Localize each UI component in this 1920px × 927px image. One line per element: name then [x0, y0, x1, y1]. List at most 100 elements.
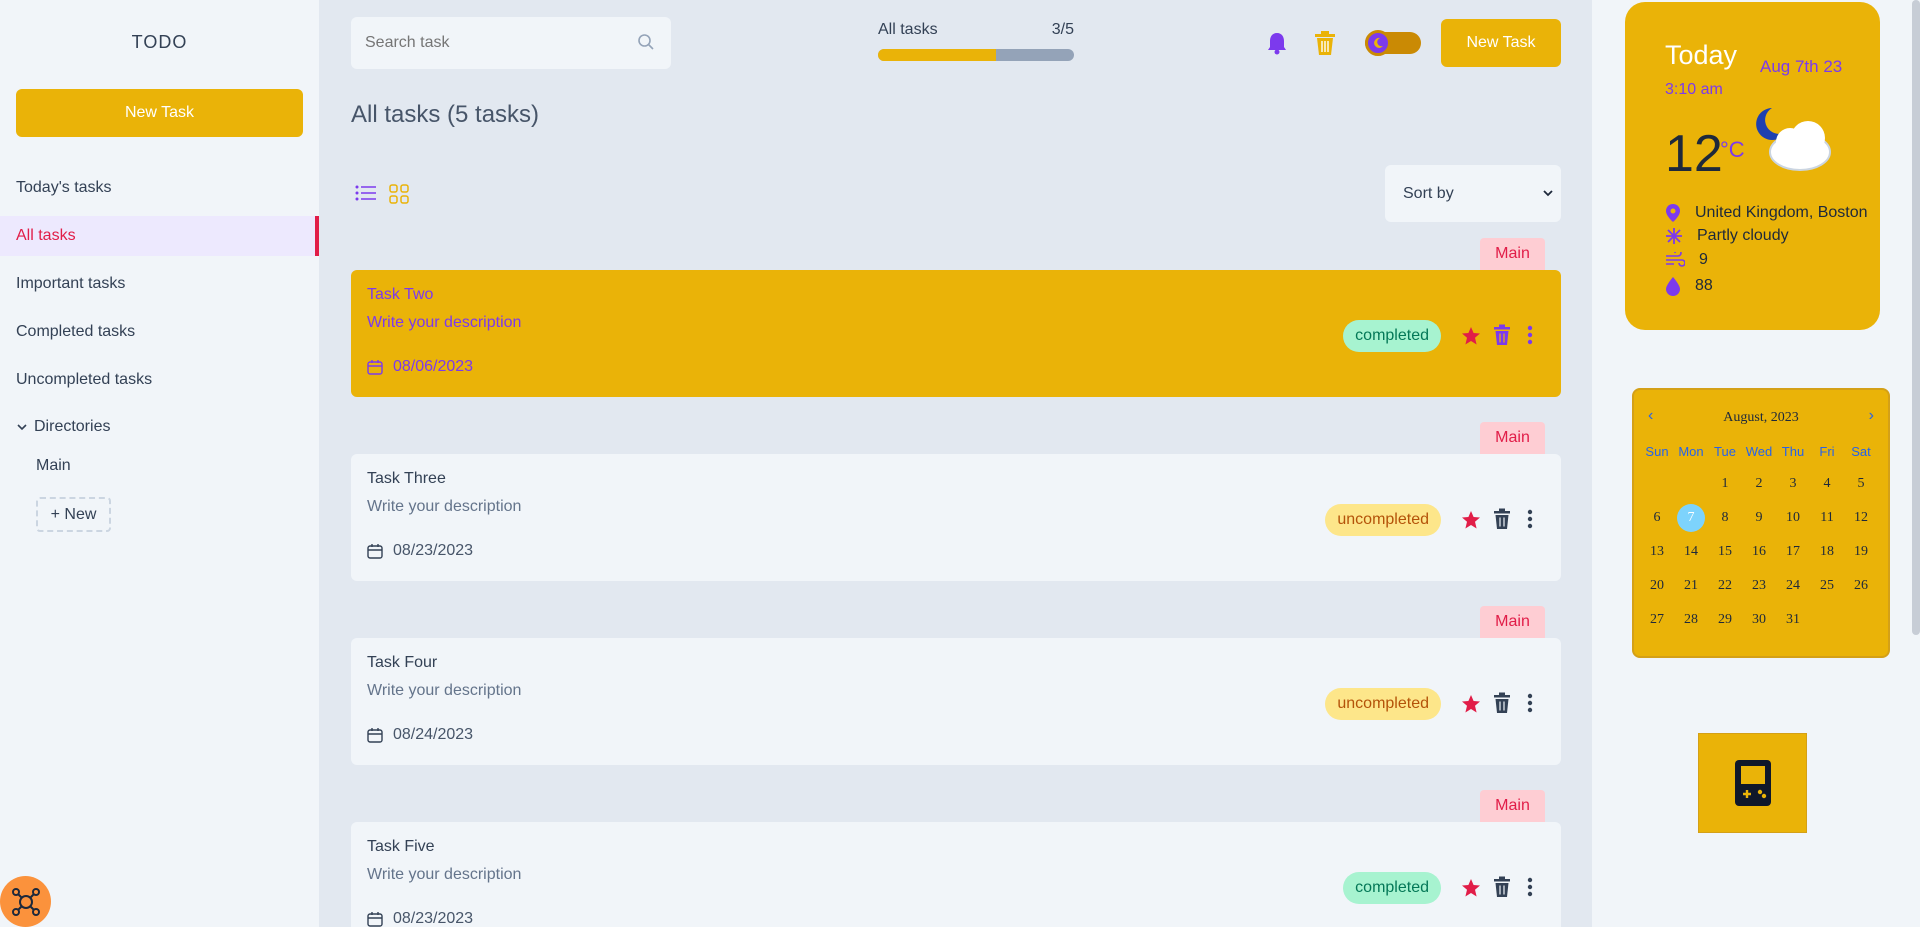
weather-location: United Kingdom, Boston	[1665, 203, 1868, 223]
task-title: Task Three	[367, 470, 446, 487]
calendar-day[interactable]: 25	[1810, 572, 1844, 600]
calendar-day[interactable]: 12	[1844, 504, 1878, 532]
task-status-badge[interactable]: completed	[1343, 872, 1441, 904]
task-card[interactable]: Task Five Write your description 08/23/202…	[351, 822, 1561, 927]
dark-mode-toggle[interactable]	[1365, 30, 1421, 56]
scrollbar[interactable]	[1912, 0, 1920, 635]
weather-wind-text: 9	[1699, 251, 1708, 268]
more-options-icon[interactable]	[1527, 692, 1533, 714]
task-directory-tag[interactable]: Main	[1480, 606, 1545, 638]
calendar-day[interactable]: 6	[1640, 504, 1674, 532]
calendar-day[interactable]: 23	[1742, 572, 1776, 600]
more-options-icon[interactable]	[1527, 876, 1533, 898]
calendar-day[interactable]: 19	[1844, 538, 1878, 566]
trash-icon[interactable]	[1493, 508, 1511, 530]
search-icon[interactable]	[637, 33, 655, 51]
calendar-day[interactable]: 22	[1708, 572, 1742, 600]
calendar-day[interactable]: 31	[1776, 606, 1810, 634]
moon-icon	[1365, 30, 1391, 56]
task-card[interactable]: Task Three Write your description 08/23/20…	[351, 454, 1561, 581]
calendar-day[interactable]: 7	[1677, 504, 1705, 532]
page-title: All tasks (5 tasks)	[351, 101, 540, 128]
new-directory-button[interactable]: + New	[36, 497, 111, 532]
calendar-day[interactable]: 27	[1640, 606, 1674, 634]
task-card[interactable]: Task Two Write your description 08/06/2023…	[351, 270, 1561, 397]
calendar-day[interactable]: 2	[1742, 470, 1776, 498]
calendar-day[interactable]: 1	[1708, 470, 1742, 498]
trash-icon[interactable]	[1314, 30, 1336, 56]
weather-wind: 9	[1665, 251, 1708, 269]
calendar-day[interactable]: 15	[1708, 538, 1742, 566]
calendar-day[interactable]: 26	[1844, 572, 1878, 600]
nav-all-tasks[interactable]: All tasks	[0, 216, 319, 256]
trash-icon[interactable]	[1493, 876, 1511, 898]
calendar-day	[1640, 470, 1674, 498]
task-card[interactable]: Task Four Write your description 08/24/202…	[351, 638, 1561, 765]
header-new-task-button[interactable]: New Task	[1441, 19, 1561, 67]
bell-icon[interactable]	[1265, 30, 1289, 56]
calendar-month: August, 2023	[1723, 410, 1799, 425]
game-button[interactable]	[1698, 733, 1807, 833]
calendar-day[interactable]: 20	[1640, 572, 1674, 600]
calendar-day[interactable]: 30	[1742, 606, 1776, 634]
nav-uncompleted-tasks[interactable]: Uncompleted tasks	[0, 360, 319, 400]
task-status-badge[interactable]: uncompleted	[1325, 504, 1441, 536]
trash-icon[interactable]	[1493, 324, 1511, 346]
sort-select[interactable]: Sort by	[1385, 165, 1561, 222]
list-view-icon[interactable]	[355, 184, 377, 202]
calendar-day[interactable]: 29	[1708, 606, 1742, 634]
task-status-badge[interactable]: completed	[1343, 320, 1441, 352]
calendar-day[interactable]: 24	[1776, 572, 1810, 600]
calendar-day[interactable]: 11	[1810, 504, 1844, 532]
task-directory-tag[interactable]: Main	[1480, 790, 1545, 822]
directory-item-main[interactable]: Main	[36, 457, 71, 475]
calendar-day[interactable]: 17	[1776, 538, 1810, 566]
nav-important-tasks[interactable]: Important tasks	[0, 264, 319, 304]
calendar-day[interactable]: 4	[1810, 470, 1844, 498]
tasks-progress: All tasks 3/5	[878, 21, 1074, 61]
star-icon[interactable]	[1461, 326, 1481, 346]
more-options-icon[interactable]	[1527, 508, 1533, 530]
task-date-text: 08/24/2023	[393, 726, 474, 743]
task-directory-tag[interactable]: Main	[1480, 238, 1545, 270]
calendar-day[interactable]: 21	[1674, 572, 1708, 600]
task-date: 08/23/2023	[367, 910, 473, 927]
location-pin-icon	[1666, 204, 1680, 222]
task-title: Task Five	[367, 838, 435, 855]
task-date-text: 08/23/2023	[393, 910, 474, 927]
calendar-day[interactable]: 8	[1708, 504, 1742, 532]
sidebar-new-task-button[interactable]: New Task	[16, 89, 303, 137]
progress-label: All tasks	[878, 21, 938, 38]
calendar-icon	[367, 912, 383, 927]
calendar-day[interactable]: 5	[1844, 470, 1878, 498]
nav-today-tasks[interactable]: Today's tasks	[0, 168, 319, 208]
star-icon[interactable]	[1461, 878, 1481, 898]
progress-bar-fill	[878, 49, 996, 61]
task-status-badge[interactable]: uncompleted	[1325, 688, 1441, 720]
task-description: Write your description	[367, 866, 522, 883]
chevron-down-icon	[1543, 190, 1553, 197]
calendar-day[interactable]: 13	[1640, 538, 1674, 566]
star-icon[interactable]	[1461, 510, 1481, 530]
droplet-icon	[1666, 277, 1680, 296]
calendar-next-icon[interactable]: ›	[1869, 407, 1874, 425]
calendar-day[interactable]: 10	[1776, 504, 1810, 532]
calendar-widget: ‹ August, 2023 › Sun Mon Tue Wed Thu Fri Sat 1 2…	[1632, 388, 1890, 658]
task-date: 08/23/2023	[367, 542, 473, 560]
more-options-icon[interactable]	[1527, 324, 1533, 346]
calendar-day[interactable]: 14	[1674, 538, 1708, 566]
task-description: Write your description	[367, 314, 522, 331]
calendar-day[interactable]: 18	[1810, 538, 1844, 566]
calendar-day[interactable]: 28	[1674, 606, 1708, 634]
grid-view-icon[interactable]	[389, 184, 409, 204]
calendar-day[interactable]: 16	[1742, 538, 1776, 566]
directories-toggle[interactable]: Directories	[16, 418, 110, 436]
floating-action-button[interactable]	[0, 876, 51, 927]
task-directory-tag[interactable]: Main	[1480, 422, 1545, 454]
nav-completed-tasks[interactable]: Completed tasks	[0, 312, 319, 352]
calendar-day[interactable]: 9	[1742, 504, 1776, 532]
trash-icon[interactable]	[1493, 692, 1511, 714]
calendar-day[interactable]: 3	[1776, 470, 1810, 498]
star-icon[interactable]	[1461, 694, 1481, 714]
search-input[interactable]	[351, 17, 671, 69]
